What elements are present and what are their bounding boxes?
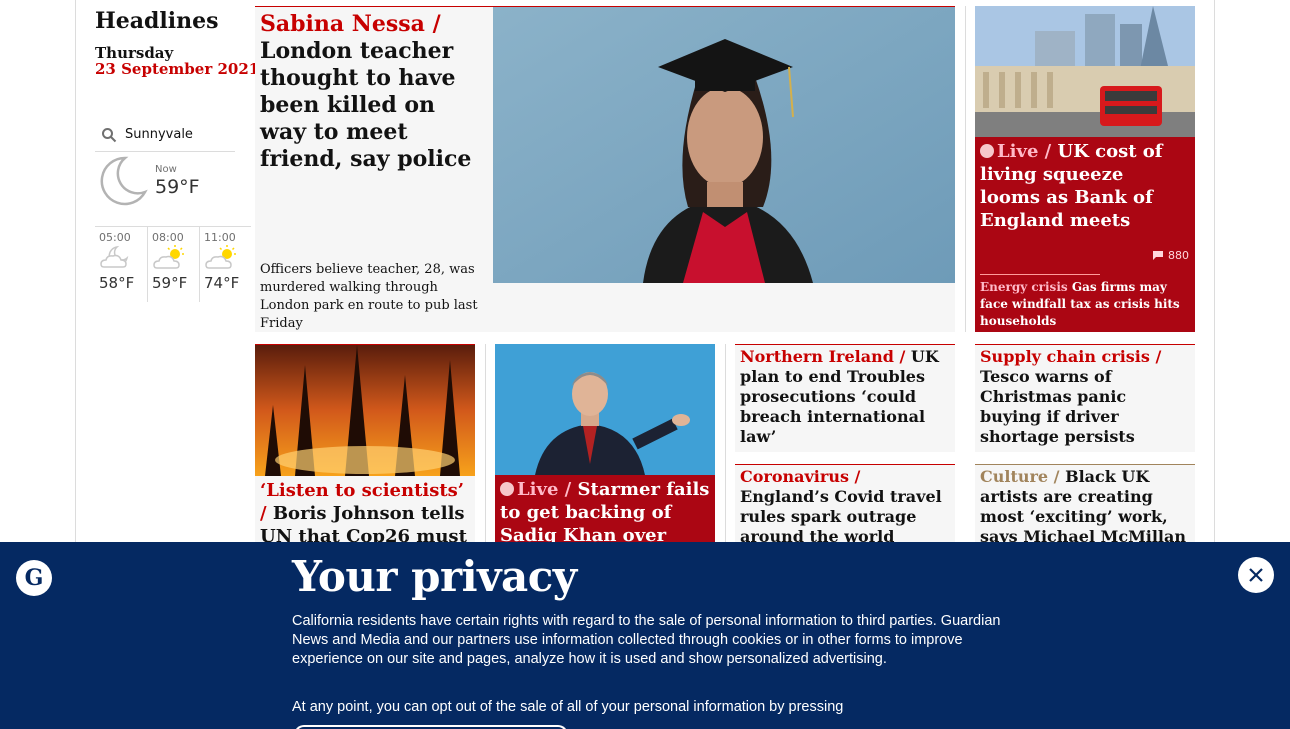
privacy-banner: G Your privacy California residents have… bbox=[0, 542, 1290, 729]
sublink-energy-crisis[interactable]: Energy crisis Gas firms may face windfal… bbox=[980, 279, 1190, 330]
story-card-northern-ireland[interactable]: Northern Ireland / UK plan to end Troubl… bbox=[735, 344, 955, 452]
live-label: Live bbox=[997, 141, 1039, 162]
partly-sunny-icon bbox=[153, 245, 184, 269]
story-headline[interactable]: Culture / Black UK artists are creating … bbox=[980, 467, 1192, 547]
live-story-headline[interactable]: Live / UK cost of living squeeze looms a… bbox=[980, 140, 1185, 232]
live-label: Live bbox=[517, 479, 559, 500]
story-title: Tesco warns of Christmas panic buying if… bbox=[980, 367, 1135, 446]
forecast-temp: 74°F bbox=[204, 274, 240, 292]
story-kicker: ‘Listen to scientists’ bbox=[260, 480, 465, 501]
privacy-paragraph-optout: At any point, you can opt out of the sal… bbox=[292, 699, 844, 715]
starmer-image bbox=[495, 344, 715, 475]
forecast-temp: 58°F bbox=[99, 274, 135, 292]
date-full: 23 September 2021 bbox=[95, 60, 260, 78]
sublink-kicker: Energy crisis bbox=[980, 280, 1068, 294]
forecast-item: 05:00 58°F bbox=[95, 226, 147, 302]
search-icon bbox=[102, 127, 117, 142]
live-pulse-icon bbox=[980, 144, 994, 158]
privacy-optout-button[interactable] bbox=[294, 725, 568, 729]
forecast-time: 05:00 bbox=[99, 231, 131, 244]
main-story-card[interactable]: Sabina Nessa / London teacher thought to… bbox=[255, 6, 955, 332]
comment-count-value: 880 bbox=[1168, 249, 1189, 262]
story-kicker: Culture bbox=[980, 467, 1049, 486]
main-story-headline[interactable]: Sabina Nessa / London teacher thought to… bbox=[260, 11, 485, 173]
story-card-starmer-live[interactable]: Live / Starmer fails to get backing of S… bbox=[495, 344, 715, 569]
story-card-culture[interactable]: Culture / Black UK artists are creating … bbox=[975, 464, 1195, 547]
privacy-paragraph: California residents have certain rights… bbox=[292, 613, 1001, 667]
forecast-item: 11:00 74°F bbox=[199, 226, 251, 302]
story-card-supply-chain[interactable]: Supply chain crisis / Tesco warns of Chr… bbox=[975, 344, 1195, 452]
comment-count[interactable]: 880 bbox=[1152, 249, 1189, 262]
graduate-portrait-image bbox=[493, 7, 955, 283]
guardian-logo-icon: G bbox=[16, 560, 52, 596]
column-divider bbox=[725, 344, 726, 544]
main-story-image[interactable] bbox=[493, 7, 955, 283]
main-story-title: London teacher thought to have been kill… bbox=[260, 38, 472, 172]
moon-icon bbox=[100, 156, 148, 206]
live-pulse-icon bbox=[500, 482, 514, 496]
story-kicker: Coronavirus bbox=[740, 467, 849, 486]
story-headline[interactable]: Coronavirus / England’s Covid travel rul… bbox=[740, 467, 952, 547]
bank-of-england-image bbox=[975, 6, 1195, 137]
weather-now: Now 59°F bbox=[95, 154, 235, 224]
close-banner-button[interactable] bbox=[1238, 557, 1274, 593]
forecast-time: 08:00 bbox=[152, 231, 184, 244]
forecast-time: 11:00 bbox=[204, 231, 236, 244]
forecast-item: 08:00 59°F bbox=[147, 226, 199, 302]
story-kicker: Northern Ireland bbox=[740, 347, 894, 366]
story-headline[interactable]: Northern Ireland / UK plan to end Troubl… bbox=[740, 347, 952, 447]
main-story-kicker: Sabina Nessa bbox=[260, 11, 425, 37]
column-divider bbox=[485, 344, 486, 544]
forecast-temp: 59°F bbox=[152, 274, 188, 292]
story-title: England’s Covid travel rules spark outra… bbox=[740, 487, 942, 546]
weather-now-temp: 59°F bbox=[155, 176, 200, 198]
story-headline[interactable]: Supply chain crisis / Tesco warns of Chr… bbox=[980, 347, 1192, 447]
column-divider bbox=[965, 6, 966, 332]
weather-location-search[interactable]: Sunnyvale bbox=[95, 118, 235, 152]
section-title: Headlines bbox=[95, 8, 219, 34]
privacy-title: Your privacy bbox=[292, 552, 577, 601]
partly-sunny-icon bbox=[205, 245, 236, 269]
comment-icon bbox=[1153, 251, 1163, 260]
close-icon bbox=[1249, 568, 1263, 582]
sublink-divider bbox=[980, 274, 1100, 275]
story-card-coronavirus[interactable]: Coronavirus / England’s Covid travel rul… bbox=[735, 464, 955, 547]
wildfire-image bbox=[255, 345, 475, 476]
weather-location: Sunnyvale bbox=[125, 127, 193, 142]
main-story-standfirst: Officers believe teacher, 28, was murder… bbox=[260, 262, 478, 331]
story-kicker: Supply chain crisis bbox=[980, 347, 1150, 366]
live-story-card[interactable]: Live / UK cost of living squeeze looms a… bbox=[975, 6, 1195, 332]
weather-now-label: Now bbox=[155, 164, 177, 175]
cloudy-night-icon bbox=[100, 245, 129, 268]
story-card-climate[interactable]: ‘Listen to scientists’ / Boris Johnson t… bbox=[255, 344, 475, 570]
